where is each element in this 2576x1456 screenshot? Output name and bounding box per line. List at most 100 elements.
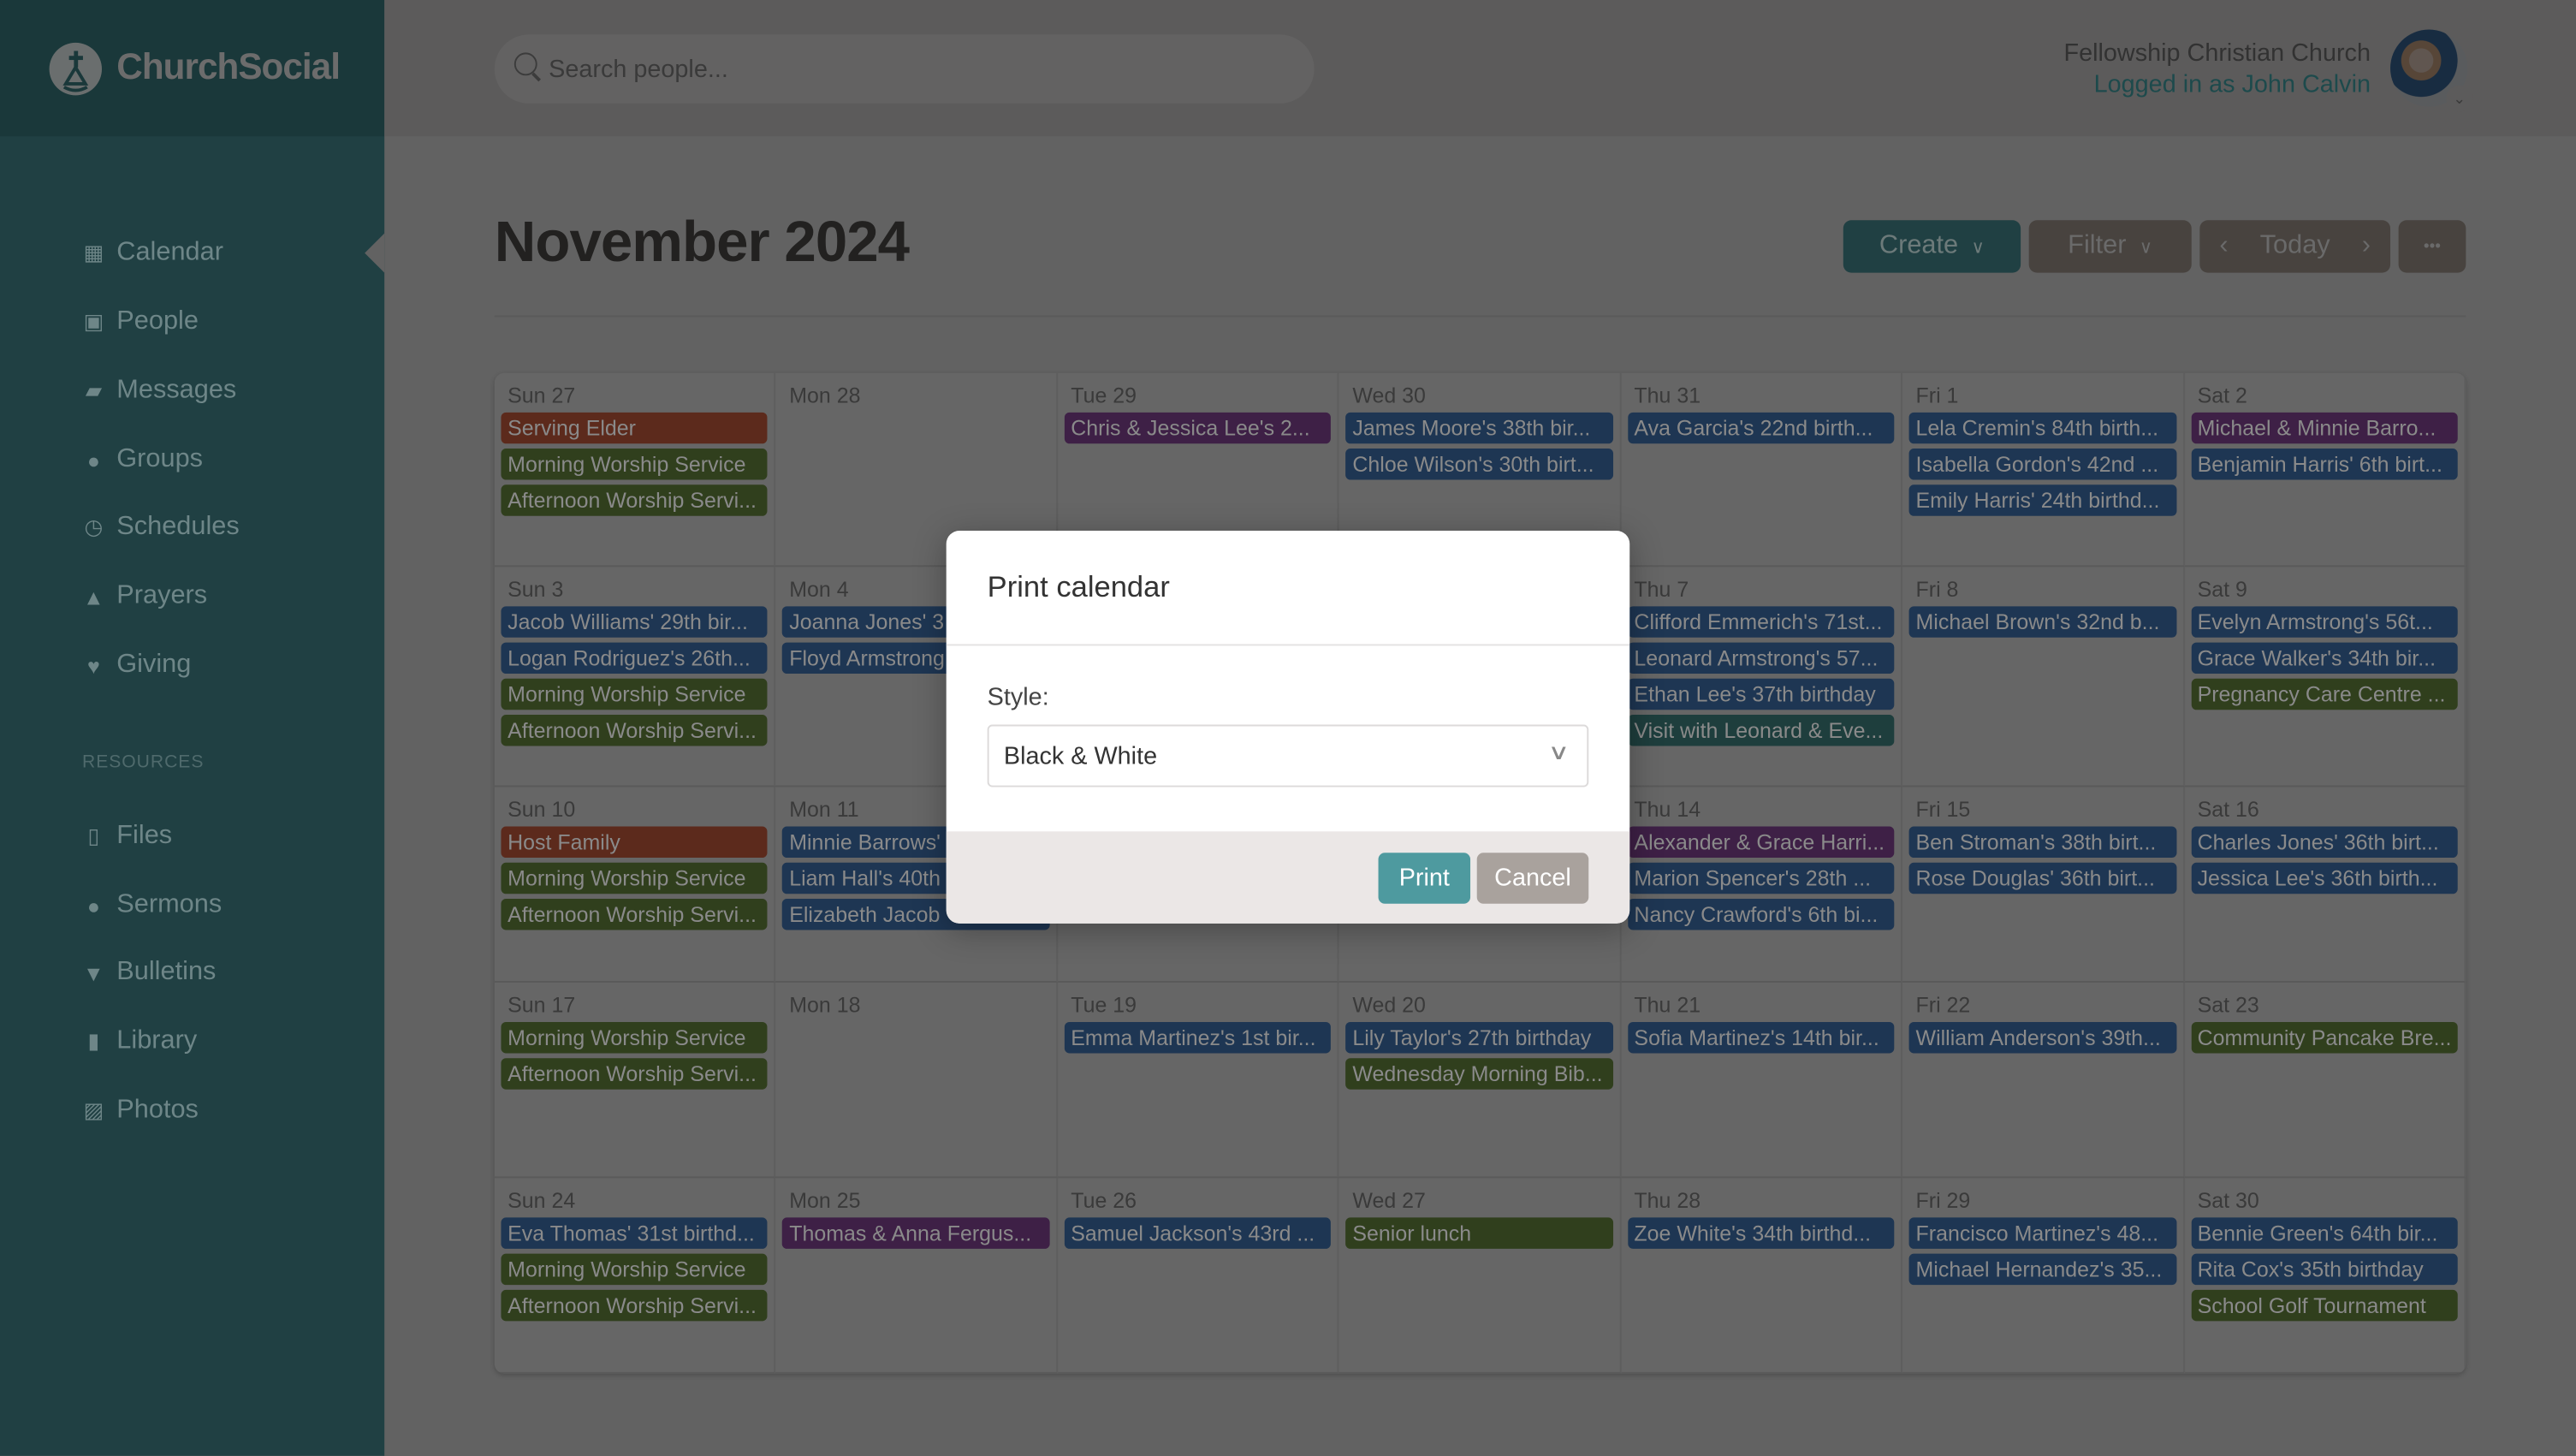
sidebar-item-files[interactable]: ▯ Files (82, 817, 173, 856)
calendar-event[interactable]: James Moore's 38th bir... (1345, 412, 1613, 444)
calendar-day[interactable]: Sun 3 Jacob Williams' 29th bir... Logan Ro… (494, 567, 776, 787)
logo-area[interactable]: ChurchSocial (0, 0, 385, 137)
calendar-event[interactable]: Emma Martinez's 1st bir... (1064, 1021, 1332, 1054)
calendar-event[interactable]: Leonard Armstrong's 57... (1627, 642, 1895, 675)
calendar-event[interactable]: Sofia Martinez's 14th bir... (1627, 1021, 1895, 1054)
chevron-down-icon[interactable]: ⌄ (2446, 85, 2472, 112)
calendar-event[interactable]: Morning Worship Service (501, 449, 769, 480)
calendar-event[interactable]: Emily Harris' 24th birthd... (1908, 484, 2176, 516)
calendar-event[interactable]: Afternoon Worship Servi... (501, 1289, 769, 1322)
calendar-day[interactable]: Sun 10 Host Family Morning Worship Service… (494, 787, 776, 983)
calendar-event[interactable]: Ethan Lee's 37th birthday (1627, 678, 1895, 710)
calendar-event[interactable]: Afternoon Worship Servi... (501, 484, 769, 516)
calendar-event[interactable]: Chloe Wilson's 30th birt... (1345, 449, 1613, 480)
calendar-day[interactable]: Tue 19 Emma Martinez's 1st bir... (1057, 982, 1339, 1179)
calendar-event[interactable]: School Golf Tournament (2190, 1289, 2458, 1322)
calendar-event[interactable]: Morning Worship Service (501, 862, 769, 894)
calendar-event[interactable]: Serving Elder (501, 412, 769, 444)
calendar-event[interactable]: Marion Spencer's 28th ... (1627, 862, 1895, 894)
calendar-event[interactable]: Morning Worship Service (501, 1253, 769, 1286)
calendar-day[interactable]: Thu 7 Clifford Emmerich's 71st... Leonard … (1621, 567, 1903, 787)
calendar-day[interactable]: Sat 16 Charles Jones' 36th birt... Jessica… (2184, 787, 2466, 983)
sidebar-item-people[interactable]: ▣ People (82, 302, 199, 342)
sidebar-item-giving[interactable]: ♥ Giving (82, 645, 191, 685)
calendar-event[interactable]: Morning Worship Service (501, 1021, 769, 1054)
calendar-event[interactable]: Visit with Leonard & Eve... (1627, 715, 1895, 746)
sidebar-item-groups[interactable]: ● Groups (82, 440, 203, 479)
logged-in-link[interactable]: Logged in as John Calvin (2094, 71, 2371, 99)
next-month-icon[interactable]: › (2362, 232, 2371, 262)
sidebar-item-prayers[interactable]: ▲ Prayers (82, 577, 207, 616)
sidebar-item-calendar[interactable]: ▦ Calendar (82, 234, 223, 273)
calendar-event[interactable]: Michael Brown's 32nd b... (1908, 606, 2176, 638)
print-button[interactable]: Print (1378, 853, 1471, 904)
calendar-event[interactable]: Bennie Green's 64th bir... (2190, 1217, 2458, 1249)
calendar-event[interactable]: Charles Jones' 36th birt... (2190, 826, 2458, 859)
calendar-day[interactable]: Wed 27 Senior lunch (1339, 1178, 1622, 1374)
calendar-event[interactable]: Afternoon Worship Servi... (501, 899, 769, 930)
calendar-event[interactable]: Clifford Emmerich's 71st... (1627, 606, 1895, 638)
prev-month-icon[interactable]: ‹ (2219, 232, 2228, 262)
create-button[interactable]: Create ∨ (1843, 220, 2021, 273)
calendar-event[interactable]: Morning Worship Service (501, 678, 769, 710)
calendar-event[interactable]: Rose Douglas' 36th birt... (1908, 862, 2176, 894)
calendar-event[interactable]: Afternoon Worship Servi... (501, 1058, 769, 1090)
calendar-day[interactable]: Fri 8 Michael Brown's 32nd b... (1902, 567, 2185, 787)
calendar-event[interactable]: Alexander & Grace Harri... (1627, 826, 1895, 859)
calendar-day[interactable]: Sun 27 Serving Elder Morning Worship Servi… (494, 372, 776, 568)
calendar-day[interactable]: Mon 25 Thomas & Anna Fergus... (775, 1178, 1058, 1374)
calendar-event[interactable]: Community Pancake Bre... (2190, 1021, 2458, 1054)
sidebar-item-photos[interactable]: ▨ Photos (82, 1091, 199, 1131)
calendar-event[interactable]: Benjamin Harris' 6th birt... (2190, 449, 2458, 480)
calendar-event[interactable]: Evelyn Armstrong's 56t... (2190, 606, 2458, 638)
calendar-day[interactable]: Sat 23 Community Pancake Bre... (2184, 982, 2466, 1179)
calendar-day[interactable]: Sat 9 Evelyn Armstrong's 56t... Grace Walk… (2184, 567, 2466, 787)
calendar-day[interactable]: Fri 22 William Anderson's 39th... (1902, 982, 2185, 1179)
calendar-event[interactable]: Isabella Gordon's 42nd ... (1908, 449, 2176, 480)
calendar-day[interactable]: Thu 14 Alexander & Grace Harri... Marion S… (1621, 787, 1903, 983)
calendar-event[interactable]: Afternoon Worship Servi... (501, 715, 769, 746)
calendar-event[interactable]: Lela Cremin's 84th birth... (1908, 412, 2176, 444)
calendar-day[interactable]: Sat 2 Michael & Minnie Barro... Benjamin H… (2184, 372, 2466, 568)
calendar-event[interactable]: Chris & Jessica Lee's 2... (1064, 412, 1332, 444)
calendar-day[interactable]: Thu 21 Sofia Martinez's 14th bir... (1621, 982, 1903, 1179)
calendar-day[interactable]: Sun 17 Morning Worship Service Afternoon W… (494, 982, 776, 1179)
calendar-event[interactable]: Thomas & Anna Fergus... (782, 1217, 1050, 1249)
calendar-event[interactable]: Logan Rodriguez's 26th... (501, 642, 769, 675)
style-select[interactable]: Black & White ∨ (987, 724, 1589, 787)
calendar-event[interactable]: Nancy Crawford's 6th bi... (1627, 899, 1895, 930)
calendar-event[interactable]: Jessica Lee's 36th birth... (2190, 862, 2458, 894)
sidebar-item-messages[interactable]: ▰ Messages (82, 371, 236, 411)
calendar-day[interactable]: Wed 20 Lily Taylor's 27th birthday Wednesd… (1339, 982, 1622, 1179)
more-options-button[interactable]: ••• (2398, 220, 2466, 273)
calendar-event[interactable]: Host Family (501, 826, 769, 859)
calendar-event[interactable]: Ava Garcia's 22nd birth... (1627, 412, 1895, 444)
calendar-event[interactable]: Senior lunch (1345, 1217, 1613, 1249)
calendar-event[interactable]: Francisco Martinez's 48... (1908, 1217, 2176, 1249)
calendar-event[interactable]: Eva Thomas' 31st birthd... (501, 1217, 769, 1249)
calendar-event[interactable]: Ben Stroman's 38th birt... (1908, 826, 2176, 859)
calendar-event[interactable]: Rita Cox's 35th birthday (2190, 1253, 2458, 1286)
calendar-day[interactable]: Sun 24 Eva Thomas' 31st birthd... Morning … (494, 1178, 776, 1374)
calendar-day[interactable]: Mon 18 (775, 982, 1058, 1179)
sidebar-item-schedules[interactable]: ◷ Schedules (82, 508, 240, 547)
sidebar-item-bulletins[interactable]: ▼ Bulletins (82, 953, 216, 992)
calendar-event[interactable]: Michael Hernandez's 35... (1908, 1253, 2176, 1286)
sidebar-item-library[interactable]: ▮ Library (82, 1022, 198, 1061)
calendar-day[interactable]: Fri 15 Ben Stroman's 38th birt... Rose Dou… (1902, 787, 2185, 983)
filter-button[interactable]: Filter ∨ (2028, 220, 2192, 273)
calendar-day[interactable]: Tue 26 Samuel Jackson's 43rd ... (1057, 1178, 1339, 1374)
calendar-day[interactable]: Thu 31 Ava Garcia's 22nd birth... (1621, 372, 1903, 568)
calendar-event[interactable]: Michael & Minnie Barro... (2190, 412, 2458, 444)
calendar-day[interactable]: Fri 29 Francisco Martinez's 48... Michael … (1902, 1178, 2185, 1374)
calendar-event[interactable]: Samuel Jackson's 43rd ... (1064, 1217, 1332, 1249)
search-input[interactable]: Search people... (494, 34, 1315, 104)
calendar-day[interactable]: Thu 28 Zoe White's 34th birthd... (1621, 1178, 1903, 1374)
calendar-day[interactable]: Sat 30 Bennie Green's 64th bir... Rita Cox… (2184, 1178, 2466, 1374)
calendar-day[interactable]: Fri 1 Lela Cremin's 84th birth... Isabella… (1902, 372, 2185, 568)
calendar-event[interactable]: Lily Taylor's 27th birthday (1345, 1021, 1613, 1054)
calendar-event[interactable]: William Anderson's 39th... (1908, 1021, 2176, 1054)
calendar-event[interactable]: Jacob Williams' 29th bir... (501, 606, 769, 638)
calendar-event[interactable]: Zoe White's 34th birthd... (1627, 1217, 1895, 1249)
sidebar-item-sermons[interactable]: ● Sermons (82, 886, 222, 925)
